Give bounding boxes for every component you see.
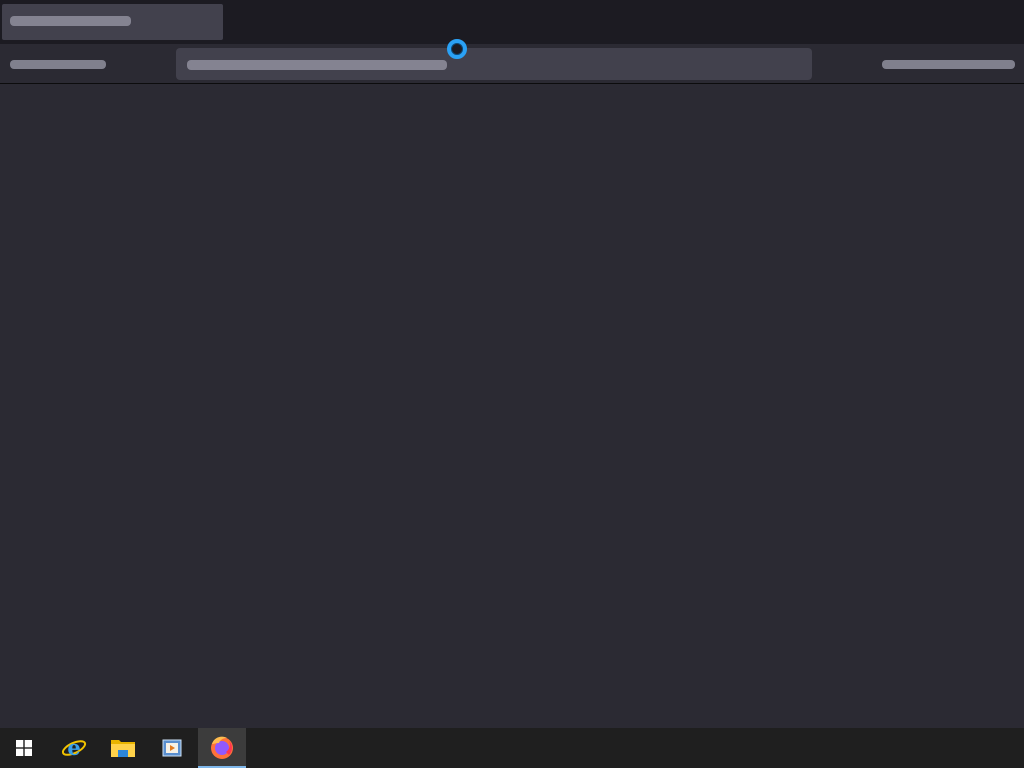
internet-explorer-icon: e: [61, 735, 87, 760]
browser-tab[interactable]: [2, 4, 223, 40]
firefox-icon: [211, 736, 233, 759]
taskbar: e: [0, 728, 1024, 768]
taskbar-file-explorer[interactable]: [99, 728, 147, 768]
media-player-icon: [162, 739, 182, 757]
loading-spinner-icon: [447, 39, 467, 59]
svg-text:e: e: [67, 735, 80, 760]
toolbar-left-placeholder: [10, 60, 106, 69]
toolbar-right-placeholder: [882, 60, 1015, 69]
tab-title-placeholder: [10, 16, 131, 26]
taskbar-media-player[interactable]: [148, 728, 196, 768]
url-placeholder: [187, 60, 447, 70]
start-button[interactable]: [0, 728, 48, 768]
taskbar-internet-explorer[interactable]: e: [50, 728, 98, 768]
tab-strip: [0, 0, 1024, 44]
file-explorer-icon: [111, 740, 135, 757]
page-content[interactable]: [0, 85, 1024, 728]
windows-start-icon: [16, 740, 32, 756]
taskbar-firefox[interactable]: [198, 728, 246, 768]
browser-window: [0, 0, 1024, 728]
address-bar[interactable]: [176, 48, 812, 80]
navigation-toolbar: [0, 44, 1024, 84]
